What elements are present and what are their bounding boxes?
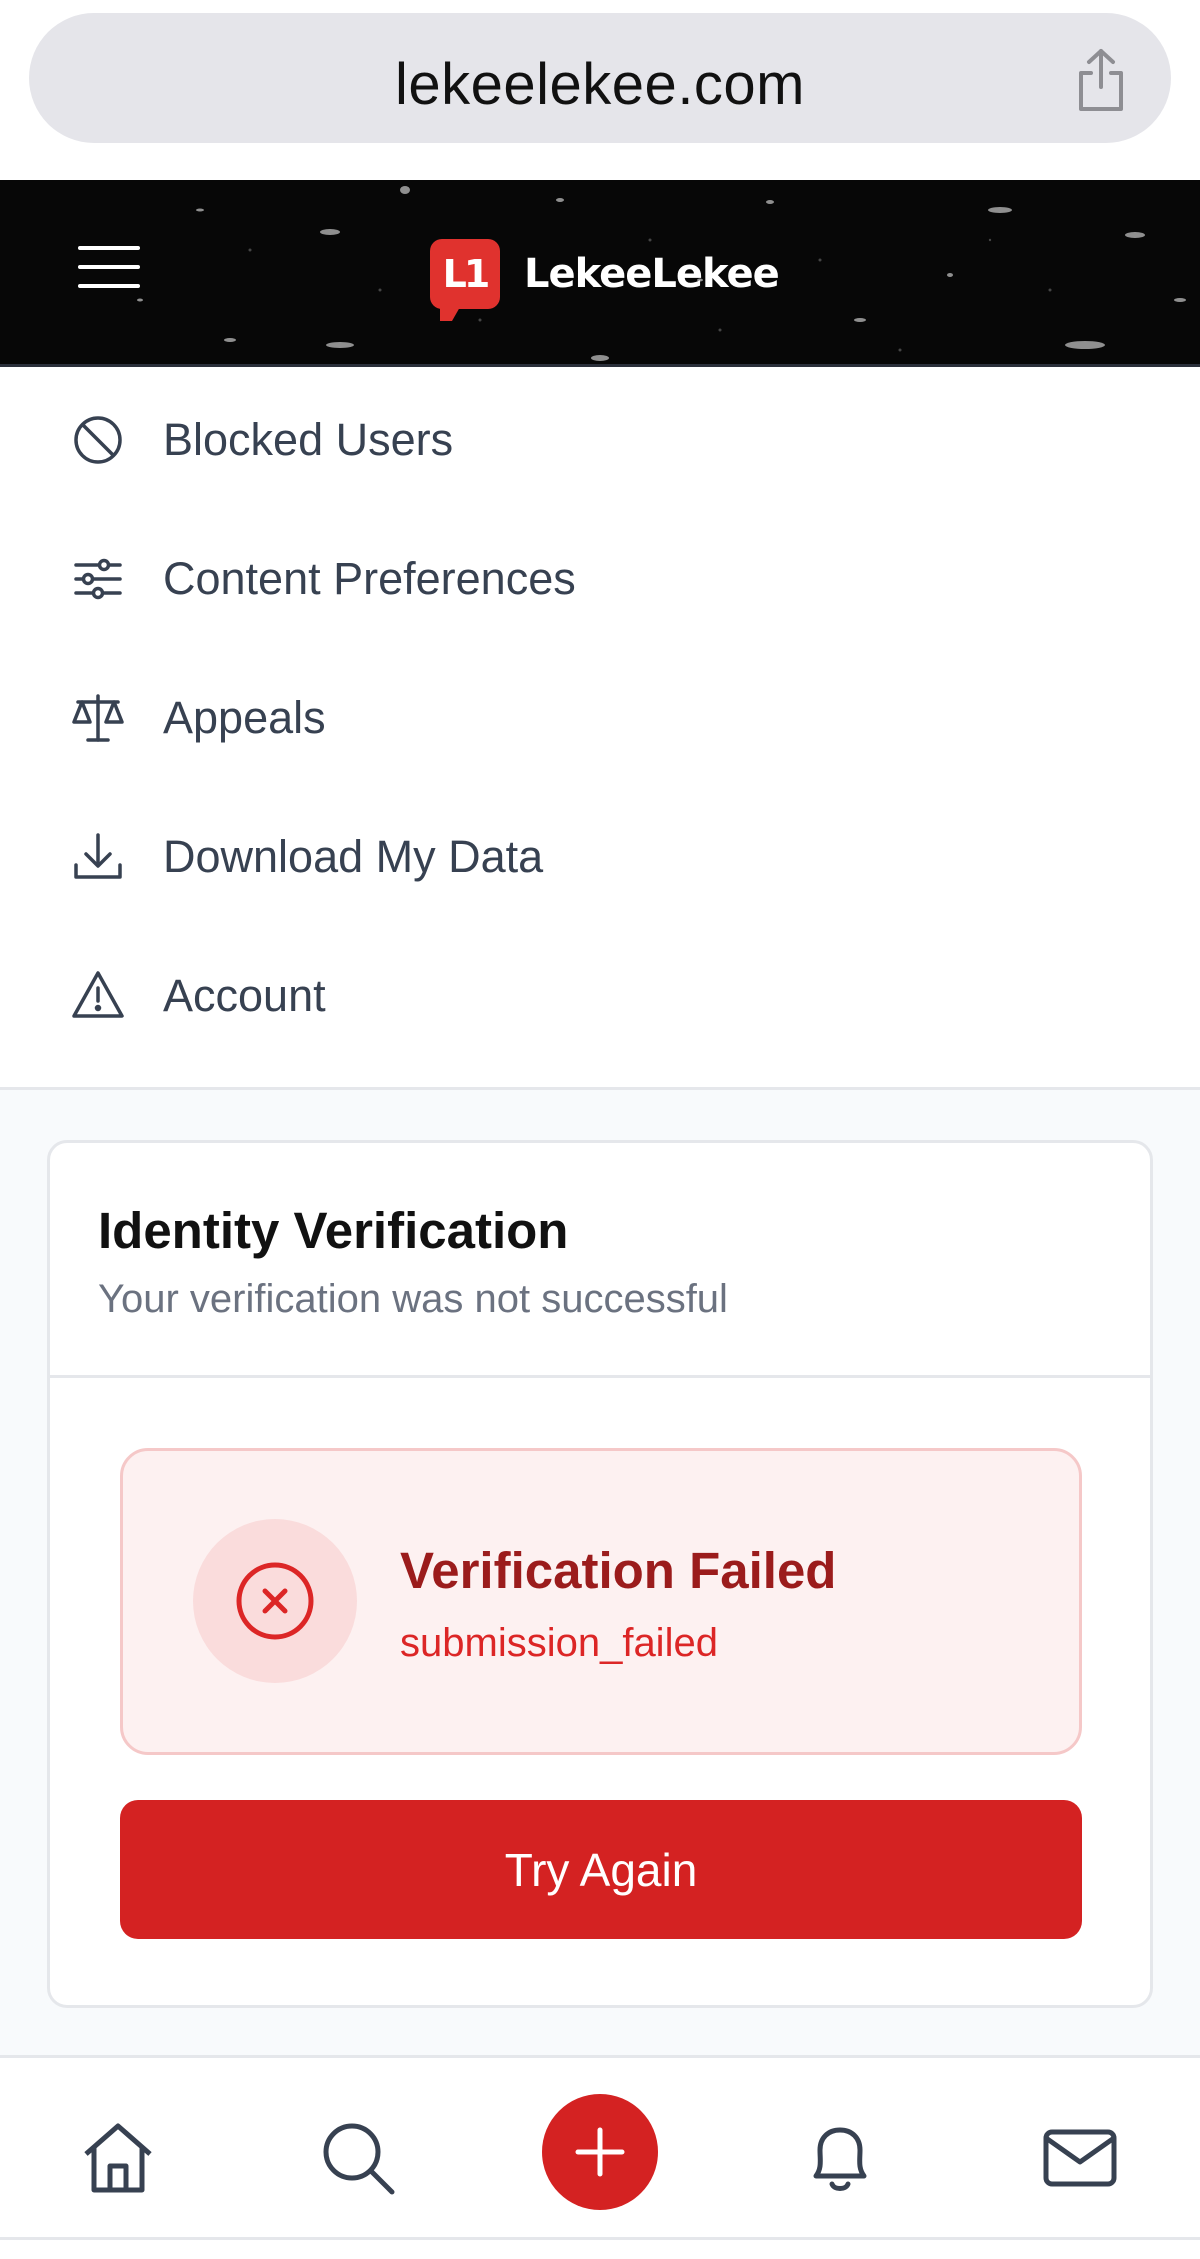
card-subtitle: Your verification was not successful: [98, 1277, 728, 1321]
menu-item-account[interactable]: Account: [0, 926, 1200, 1065]
bell-icon[interactable]: [800, 2118, 880, 2198]
address-bar[interactable]: lekeelekee.com: [29, 13, 1171, 143]
app-header: L1 LekeeLekee: [0, 180, 1200, 367]
x-circle-icon: [236, 1562, 314, 1640]
menu-item-label: Content Preferences: [163, 552, 576, 604]
alert-icon-container: [193, 1519, 357, 1683]
menu-item-content-preferences[interactable]: Content Preferences: [0, 509, 1200, 648]
search-icon[interactable]: [318, 2118, 398, 2198]
menu-item-appeals[interactable]: Appeals: [0, 648, 1200, 787]
download-icon: [74, 832, 122, 879]
menu-item-download-my-data[interactable]: Download My Data: [0, 787, 1200, 926]
block-icon: [74, 415, 122, 464]
card-title: Identity Verification: [98, 1202, 569, 1259]
menu-item-label: Appeals: [163, 691, 326, 743]
error-alert: Verification Failed submission_failed: [120, 1448, 1082, 1755]
logo[interactable]: L1 LekeeLekee: [430, 234, 780, 321]
plus-icon: [575, 2127, 625, 2177]
warning-icon: [72, 970, 124, 1018]
home-icon[interactable]: [78, 2118, 158, 2198]
alert-title: Verification Failed: [400, 1542, 837, 1599]
menu-item-label: Blocked Users: [163, 413, 454, 465]
logo-mark: L1: [430, 239, 500, 321]
hamburger-icon[interactable]: [78, 246, 140, 296]
alert-error-code: submission_failed: [400, 1621, 718, 1665]
divider: [50, 1375, 1150, 1378]
share-icon[interactable]: [1071, 47, 1131, 113]
create-post-button[interactable]: [542, 2094, 658, 2210]
menu-item-label: Account: [163, 969, 326, 1021]
menu-item-blocked-users[interactable]: Blocked Users: [0, 370, 1200, 509]
browser-chrome: lekeelekee.com: [0, 0, 1200, 180]
sliders-icon: [74, 558, 122, 599]
mail-icon[interactable]: [1040, 2118, 1120, 2198]
bottom-nav: [0, 2055, 1200, 2259]
menu-item-label: Download My Data: [163, 830, 544, 882]
scales-icon: [72, 693, 124, 742]
divider: [0, 2237, 1200, 2240]
url-text[interactable]: lekeelekee.com: [29, 51, 1171, 118]
logo-wordmark: LekeeLekee: [524, 251, 780, 297]
verification-card: Identity Verification Your verification …: [47, 1140, 1153, 2008]
try-again-button[interactable]: Try Again: [120, 1800, 1082, 1939]
